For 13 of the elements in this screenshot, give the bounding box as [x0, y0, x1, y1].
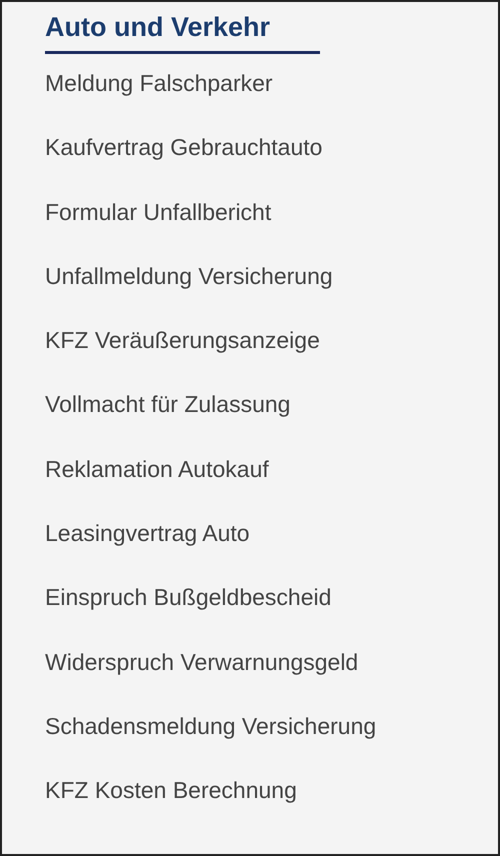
- category-link[interactable]: Vollmacht für Zulassung: [45, 390, 290, 455]
- category-link[interactable]: Schadensmeldung Versicherung: [45, 712, 376, 776]
- category-link[interactable]: KFZ Veräußerungsanzeige: [45, 326, 320, 390]
- category-link[interactable]: Reklamation Autokauf: [45, 454, 269, 520]
- category-link[interactable]: Widerspruch Verwarnungsgeld: [45, 648, 358, 712]
- category-link[interactable]: Kaufvertrag Gebrauchtauto: [45, 133, 322, 198]
- category-link[interactable]: Meldung Falschparker: [45, 69, 273, 134]
- category-link[interactable]: Leasingvertrag Auto: [45, 519, 250, 584]
- category-link[interactable]: Unfallmeldung Versicherung: [45, 262, 333, 326]
- category-link[interactable]: Einspruch Bußgeldbescheid: [45, 583, 332, 648]
- section-heading: Auto und Verkehr: [45, 12, 320, 54]
- category-link[interactable]: KFZ Kosten Berechnung: [45, 776, 297, 841]
- category-link[interactable]: Formular Unfallbericht: [45, 198, 272, 262]
